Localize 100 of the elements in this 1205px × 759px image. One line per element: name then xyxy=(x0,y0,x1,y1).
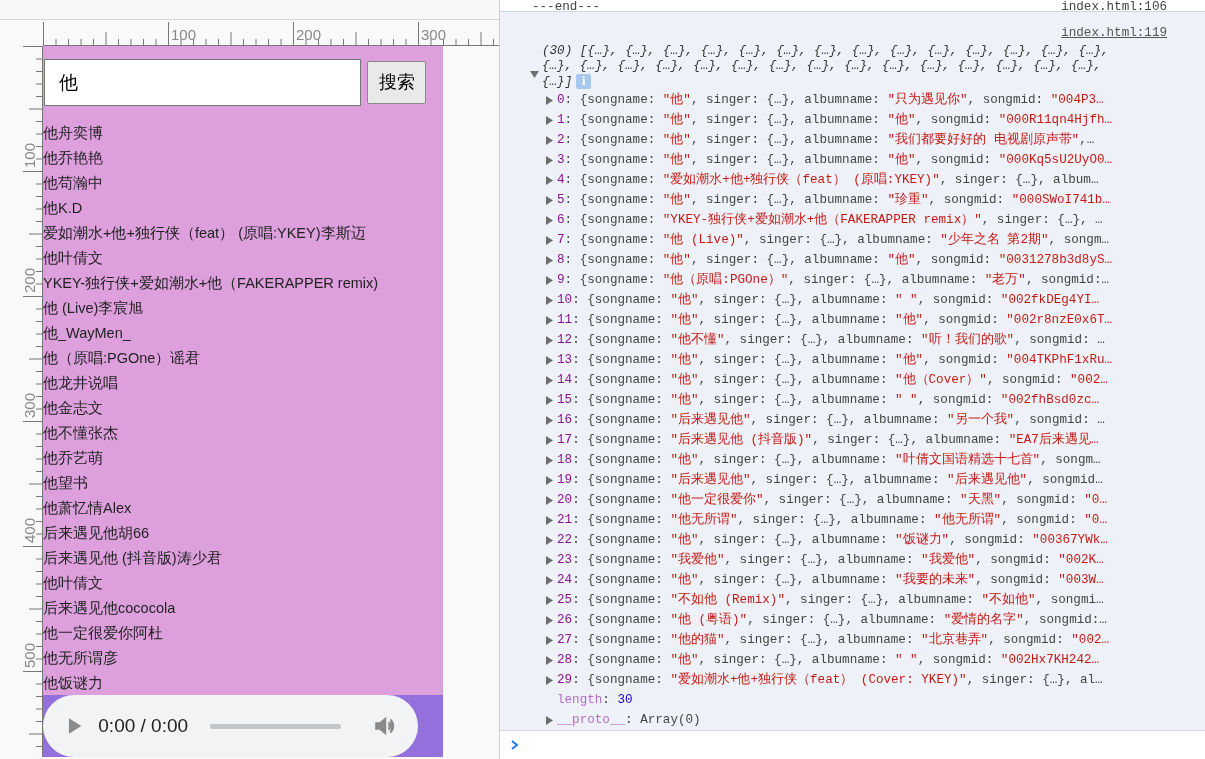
expand-arrow-icon[interactable] xyxy=(545,535,554,545)
expand-arrow-icon[interactable] xyxy=(545,295,554,305)
log-entry: 28: {songname: "他", singer: {…}, albumname: " ", songmid: "002Hx7KH242… xyxy=(557,651,1100,669)
log-entry: 0: {songname: "他", singer: {…}, albumname: "只为遇见你", songmid: "004P3… xyxy=(557,91,1104,109)
expand-arrow-icon[interactable] xyxy=(545,215,554,225)
search-button[interactable]: 搜索 xyxy=(367,61,426,104)
result-item[interactable]: 他望书 xyxy=(43,475,88,491)
log-entry: 15: {songname: "他", singer: {…}, albumname: " ", songmid: "002fhBsd0zc… xyxy=(557,391,1100,409)
log-entry: 23: {songname: "我爱他", singer: {…}, albumname: "我爱他", songmid: "002K… xyxy=(557,551,1104,569)
expand-arrow-icon[interactable] xyxy=(545,515,554,525)
log-entry: 6: {songname: "YKEY-独行侠+爱如潮水+他（FAKERAPPER remix）", singer: {…}, … xyxy=(557,211,1103,229)
expand-arrow-icon[interactable] xyxy=(545,95,554,105)
log-entry: 14: {songname: "他", singer: {…}, albumname: "他（Cover）", songmid: "002… xyxy=(557,371,1108,389)
expand-arrow-icon[interactable] xyxy=(545,255,554,265)
ruler-label: 100 xyxy=(171,26,197,43)
ruler-label: 200 xyxy=(21,267,38,293)
result-item[interactable]: 他苟瀚中 xyxy=(43,175,103,191)
result-item[interactable]: 后来遇见他cococola xyxy=(43,600,176,616)
info-icon: i xyxy=(576,74,592,89)
result-item[interactable]: 他无所谓彦 xyxy=(43,650,118,666)
result-item[interactable]: 后来遇见他 (抖音版)涛少君 xyxy=(43,550,222,566)
log-entry: 10: {songname: "他", singer: {…}, albumname: " ", songmid: "002fkDEg4YI… xyxy=(557,291,1100,309)
result-item[interactable]: 他龙井说唱 xyxy=(43,375,118,391)
log-entry: 29: {songname: "爱如潮水+他+独行侠（feat） (Cover: YKEY)", singer: {…}, al… xyxy=(557,671,1103,689)
source-link[interactable]: index.html:119 xyxy=(1061,26,1167,40)
result-item[interactable]: 他 (Live)李宸旭 xyxy=(43,300,144,316)
expand-arrow-icon[interactable] xyxy=(545,415,554,425)
log-entry: __proto__: Array(0) xyxy=(557,712,701,729)
expand-arrow-icon[interactable] xyxy=(545,235,554,245)
log-entry: 17: {songname: "后来遇见他 (抖音版)", singer: {…}, albumname: "EA7后来遇见… xyxy=(557,431,1099,449)
log-entry: 21: {songname: "他无所谓", singer: {…}, albumname: "他无所谓", songmid: "0… xyxy=(557,511,1107,529)
ruler-label: 300 xyxy=(421,26,447,43)
log-entry: 27: {songname: "他的猫", singer: {…}, albumname: "北京巷弄", songmid: "002… xyxy=(557,631,1110,649)
expand-arrow-icon[interactable] xyxy=(545,375,554,385)
play-icon[interactable] xyxy=(67,717,83,735)
log-entry: 1: {songname: "他", singer: {…}, albumname: "他", songmid: "000R11qn4Hjfh… xyxy=(557,111,1113,129)
log-entry: 3: {songname: "他", singer: {…}, albumname: "他", songmid: "000Kq5sU2UyO0… xyxy=(557,151,1113,169)
search-field[interactable]: 他 xyxy=(44,59,361,106)
ruler-label: 300 xyxy=(21,392,38,418)
ruler-label: 200 xyxy=(296,26,322,43)
expand-arrow-icon[interactable] xyxy=(545,155,554,165)
expand-arrow-icon[interactable] xyxy=(545,195,554,205)
log-entry: 11: {songname: "他", singer: {…}, albumname: "他", songmid: "002r8nzE0x6T… xyxy=(557,311,1113,329)
expand-arrow-icon[interactable] xyxy=(545,335,554,345)
result-item[interactable]: 他_WayMen_ xyxy=(43,325,131,341)
expand-arrow-icon[interactable] xyxy=(545,175,554,185)
expand-arrow-icon[interactable] xyxy=(545,575,554,585)
result-item[interactable]: 爱如潮水+他+独行侠（feat） (原唱:YKEY)李斯迈 xyxy=(43,225,366,241)
result-item[interactable]: 他金志文 xyxy=(43,400,103,416)
result-item[interactable]: 他乔艺萌 xyxy=(43,450,103,466)
ruler-label: 400 xyxy=(21,517,38,543)
result-item[interactable]: 他一定很爱你阿杜 xyxy=(43,625,163,641)
log-entry: 5: {songname: "他", singer: {…}, albumname: "珍重", songmid: "000SWoI741b… xyxy=(557,191,1110,209)
log-text: ---end--- xyxy=(532,0,601,11)
result-item[interactable]: 他舟奕博 xyxy=(43,125,103,141)
expand-arrow-icon[interactable] xyxy=(545,115,554,125)
expand-arrow-icon[interactable] xyxy=(545,635,554,645)
result-item[interactable]: 他（原唱:PGOne）谣君 xyxy=(43,350,201,366)
expand-arrow-icon[interactable] xyxy=(545,655,554,665)
log-entry: 18: {songname: "他", singer: {…}, albumname: "叶倩文国语精选十七首", songm… xyxy=(557,451,1101,469)
expand-arrow-icon[interactable] xyxy=(545,475,554,485)
log-entry: 9: {songname: "他（原唱:PGOne）", singer: {…}, albumname: "老万", songmid:… xyxy=(557,271,1110,289)
source-link[interactable]: index.html:106 xyxy=(1061,0,1167,11)
result-item[interactable]: YKEY-独行侠+爱如潮水+他（FAKERAPPER remix) xyxy=(43,275,379,291)
expand-arrow-icon[interactable] xyxy=(545,135,554,145)
expand-arrow-icon[interactable] xyxy=(545,455,554,465)
log-entry: 16: {songname: "后来遇见他", singer: {…}, albumname: "另一个我", songmid: … xyxy=(557,411,1105,429)
expand-arrow-icon[interactable] xyxy=(545,395,554,405)
expand-arrow-icon[interactable] xyxy=(545,555,554,565)
expand-arrow-icon[interactable] xyxy=(530,70,539,80)
log-summary: (30) [{…}, {…}, {…}, {…}, {…}, {…}, {…}, {…}, {…}, {…}, {…}, {…}, {…}, {…}, xyxy=(542,44,1109,58)
log-entry: 22: {songname: "他", singer: {…}, albumname: "饭谜力", songmid: "00367YWk… xyxy=(557,531,1108,549)
volume-icon[interactable] xyxy=(374,716,396,736)
log-entry: 4: {songname: "爱如潮水+他+独行侠（feat） (原唱:YKEY)", singer: {…}, album… xyxy=(557,171,1099,189)
expand-arrow-icon[interactable] xyxy=(545,315,554,325)
time-display: 0:00 / 0:00 xyxy=(98,713,189,738)
expand-arrow-icon[interactable] xyxy=(545,615,554,625)
result-item[interactable]: 后来遇见他胡66 xyxy=(43,525,150,541)
log-summary: {…}, {…}, {…}, {…}, {…}, {…}, {…}, {…}, {…}, {…}, {…}, {…}, {…}, {…}, {…}, xyxy=(542,59,1102,73)
expand-arrow-icon[interactable] xyxy=(545,595,554,605)
expand-arrow-icon[interactable] xyxy=(545,495,554,505)
log-entry: 2: {songname: "他", singer: {…}, albumname: "我们都要好好的 电视剧原声带",… xyxy=(557,131,1095,149)
result-item[interactable]: 他乔艳艳 xyxy=(43,150,103,166)
result-item[interactable]: 他K.D xyxy=(43,200,83,216)
expand-arrow-icon[interactable] xyxy=(545,675,554,685)
log-entry: 7: {songname: "他 (Live)", singer: {…}, albumname: "少年之名 第2期", songm… xyxy=(557,231,1110,249)
log-entry: 13: {songname: "他", singer: {…}, albumname: "他", songmid: "004TKPhF1xRu… xyxy=(557,351,1113,369)
expand-arrow-icon[interactable] xyxy=(545,435,554,445)
result-item[interactable]: 他萧忆情Alex xyxy=(43,500,132,516)
log-entry: 24: {songname: "他", singer: {…}, albumname: "我要的未来", songmid: "003W… xyxy=(557,571,1104,589)
prompt-icon xyxy=(510,739,519,751)
result-item[interactable]: 他不懂张杰 xyxy=(43,425,118,441)
result-item[interactable]: 他饭谜力 xyxy=(43,675,103,691)
expand-arrow-icon[interactable] xyxy=(545,355,554,365)
expand-arrow-icon[interactable] xyxy=(545,275,554,285)
result-item[interactable]: 他叶倩文 xyxy=(43,575,103,591)
result-item[interactable]: 他叶倩文 xyxy=(43,250,103,266)
log-entry: 25: {songname: "不如他 (Remix)", singer: {…}, albumname: "不如他", songmi… xyxy=(557,591,1104,609)
ruler-label: 500 xyxy=(21,642,38,668)
expand-arrow-icon[interactable] xyxy=(545,715,554,725)
